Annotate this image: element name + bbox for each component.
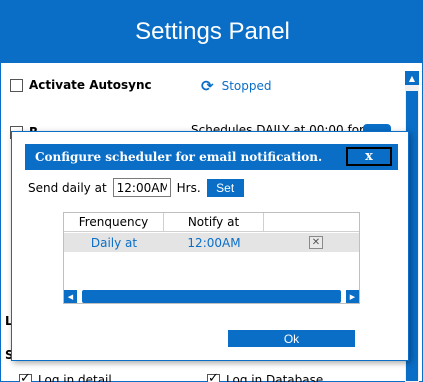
cell-frequency: Daily at xyxy=(90,235,138,250)
status-text: Stopped xyxy=(221,79,272,93)
time-input[interactable] xyxy=(112,178,171,197)
column-header-frequency[interactable]: Frenquency xyxy=(64,213,164,231)
activate-autosync-checkbox[interactable] xyxy=(10,78,23,92)
set-button[interactable]: Set xyxy=(206,178,244,197)
grid-header: Frenquency Notify at xyxy=(64,213,359,232)
autosync-status: ⟳ Stopped xyxy=(201,77,271,95)
horizontal-scrollbar-thumb[interactable] xyxy=(82,290,341,303)
dialog-title-bar: Configure scheduler for email notificati… xyxy=(25,144,398,170)
log-in-detail-checkbox[interactable] xyxy=(19,371,32,382)
hrs-label: Hrs. xyxy=(176,180,201,195)
ok-button[interactable]: Ok xyxy=(228,330,355,347)
refresh-icon[interactable]: ⟳ xyxy=(201,77,214,95)
log-in-database-row[interactable]: Log in Database xyxy=(207,371,324,382)
send-daily-row: Send daily at Hrs. Set xyxy=(28,178,244,197)
panel-title: Settings Panel xyxy=(1,1,423,63)
send-daily-label: Send daily at xyxy=(28,180,107,195)
log-in-database-checkbox[interactable] xyxy=(207,371,220,382)
scroll-up-arrow-icon[interactable]: ▲ xyxy=(405,71,419,85)
cell-notify-at: 12:00AM xyxy=(187,235,241,250)
log-in-database-label: Log in Database xyxy=(226,373,324,382)
log-in-detail-row[interactable]: Log in detail xyxy=(19,371,112,382)
log-in-detail-label: Log in detail xyxy=(38,373,112,382)
table-row[interactable]: Daily at 12:00AM ✕ xyxy=(64,233,359,252)
activate-autosync-label: Activate Autosync xyxy=(29,78,152,92)
close-button[interactable]: x xyxy=(346,147,392,166)
dialog-title: Configure scheduler for email notificati… xyxy=(35,150,323,164)
delete-icon[interactable]: ✕ xyxy=(309,236,323,249)
scheduler-dialog: Configure scheduler for email notificati… xyxy=(11,131,409,361)
schedule-grid: Frenquency Notify at Daily at 12:00AM ✕ … xyxy=(63,212,360,304)
horizontal-scrollbar[interactable]: ◀ ▶ xyxy=(64,290,359,303)
scroll-right-arrow-icon[interactable]: ▶ xyxy=(346,290,359,303)
scroll-left-arrow-icon[interactable]: ◀ xyxy=(64,290,77,303)
column-header-notify-at[interactable]: Notify at xyxy=(164,213,264,231)
activate-autosync-row[interactable]: Activate Autosync xyxy=(10,78,152,92)
